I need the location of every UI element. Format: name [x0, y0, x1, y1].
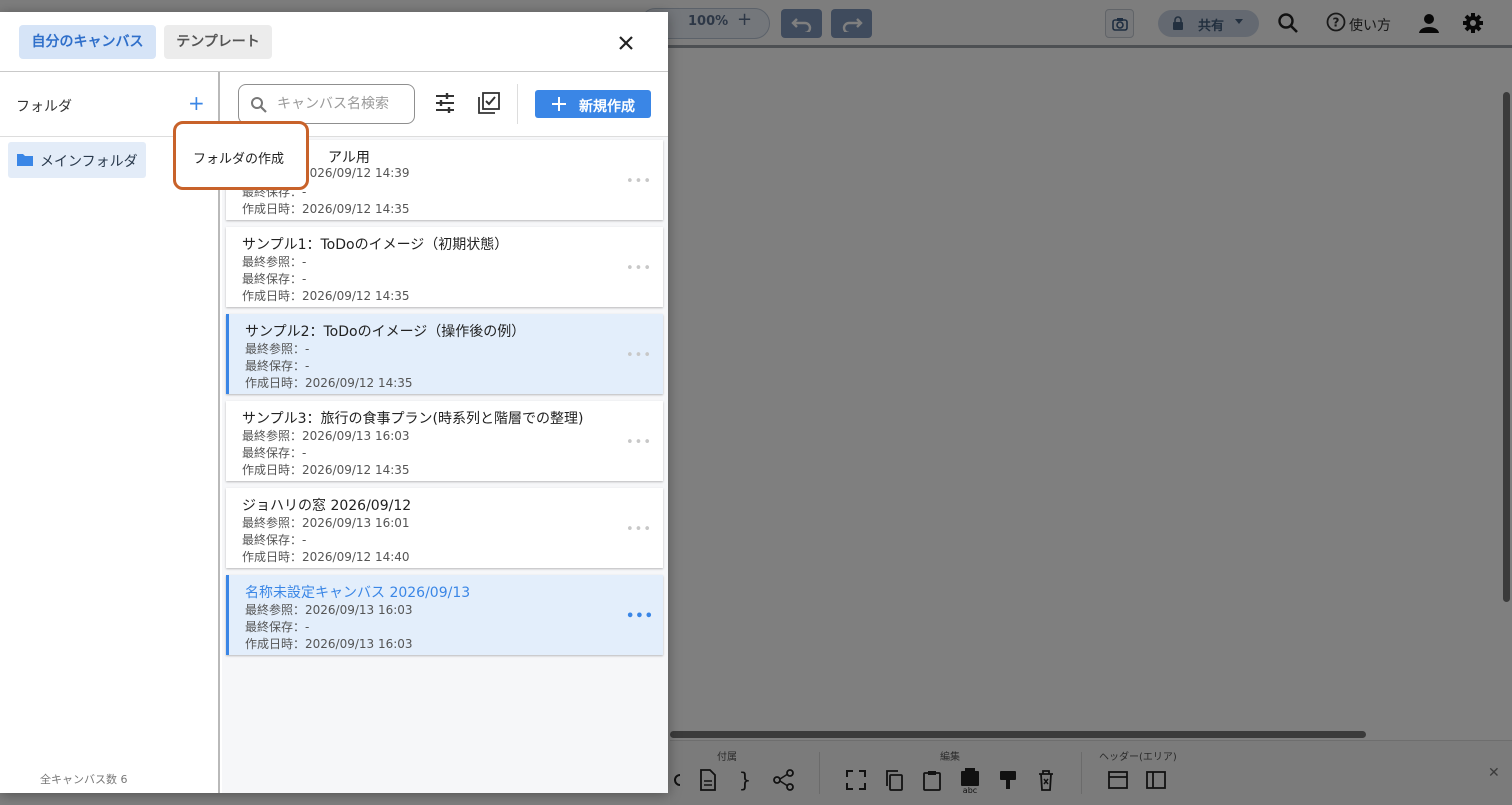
canvas-card-title: 名称未設定キャンバス 2026/09/13 — [245, 585, 471, 601]
tooltip-text: フォルダの作成 — [193, 152, 285, 167]
add-folder-tooltip: フォルダの作成 — [173, 121, 309, 190]
folder-icon — [17, 154, 33, 166]
canvas-card-title: サンプル3：旅行の食事プラン(時系列と階層での整理) — [242, 411, 584, 427]
canvas-card-created: 作成日時：2026/09/13 16:03 — [245, 637, 413, 651]
filter-settings-icon[interactable] — [434, 92, 456, 114]
canvas-card-created: 作成日時：2026/09/12 14:35 — [242, 289, 410, 303]
canvas-card-active[interactable]: 名称未設定キャンバス 2026/09/13 最終参照：2026/09/13 16… — [226, 575, 663, 655]
canvas-card-title: サンプル1：ToDoのイメージ（初期状態） — [242, 237, 509, 253]
canvas-manager-dialog: 自分のキャンバス テンプレート フォルダ + メインフォルダ 全キャンバス数 6… — [0, 12, 668, 793]
tab-templates[interactable]: テンプレート — [164, 25, 272, 59]
canvas-card-last-view: 最終参照：2026/09/13 16:01 — [242, 516, 410, 530]
canvas-card-created: 作成日時：2026/09/12 14:35 — [242, 463, 410, 477]
more-options-icon[interactable]: ••• — [626, 522, 652, 537]
canvas-card-last-view: 最終参照：2026/09/13 16:03 — [245, 603, 413, 617]
canvas-card-last-save: 最終保存：- — [245, 620, 310, 634]
more-options-icon[interactable]: ••• — [626, 174, 652, 189]
folder-item-label: メインフォルダ — [40, 154, 138, 170]
toolbar-divider — [517, 84, 518, 124]
close-icon[interactable] — [617, 34, 635, 52]
dialog-header: 自分のキャンバス テンプレート — [0, 12, 668, 72]
folder-item-main[interactable]: メインフォルダ — [8, 142, 146, 178]
canvas-card[interactable]: サンプル2：ToDoのイメージ（操作後の例） 最終参照：- 最終保存：- 作成日… — [226, 314, 663, 394]
tab-my-canvas[interactable]: 自分のキャンバス — [19, 25, 156, 59]
multi-select-icon[interactable] — [478, 92, 500, 114]
canvas-card-title: ジョハリの窓 2026/09/12 — [242, 498, 412, 514]
plus-icon — [552, 97, 566, 111]
canvas-card-last-save: 最終保存：- — [242, 446, 307, 460]
new-canvas-button[interactable]: 新規作成 — [535, 90, 651, 118]
canvas-card-created: 作成日時：2026/09/12 14:35 — [242, 202, 410, 216]
canvas-card-title: アル用 — [328, 150, 370, 166]
canvas-card-last-view: 最終参照：- — [242, 255, 307, 269]
canvas-card-title: サンプル2：ToDoのイメージ（操作後の例） — [245, 324, 526, 340]
folder-pane-title: フォルダ — [16, 99, 72, 115]
more-options-icon[interactable]: ••• — [626, 435, 652, 450]
canvas-card-last-view: 最終参照：2026/09/13 16:03 — [242, 429, 410, 443]
search-box[interactable] — [238, 84, 415, 124]
canvas-card-last-save: 最終保存：- — [245, 359, 310, 373]
canvas-card-last-save: 最終保存：- — [242, 272, 307, 286]
canvas-card[interactable]: サンプル1：ToDoのイメージ（初期状態） 最終参照：- 最終保存：- 作成日時… — [226, 227, 663, 307]
canvas-card-created: 作成日時：2026/09/12 14:40 — [242, 550, 410, 564]
more-options-icon[interactable]: ••• — [626, 609, 654, 624]
canvas-card-last-save: 最終保存：- — [242, 533, 307, 547]
search-input[interactable] — [277, 94, 407, 114]
add-folder-icon[interactable]: + — [188, 93, 205, 113]
canvas-card-created: 作成日時：2026/09/12 14:35 — [245, 376, 413, 390]
more-options-icon[interactable]: ••• — [626, 348, 652, 363]
search-icon — [251, 97, 267, 113]
canvas-card-last-view: 2026/09/12 14:39 — [302, 166, 410, 180]
canvas-card[interactable]: ジョハリの窓 2026/09/12 最終参照：2026/09/13 16:01 … — [226, 488, 663, 568]
canvas-card-last-view: 最終参照：- — [245, 342, 310, 356]
canvas-card[interactable]: サンプル3：旅行の食事プラン(時系列と階層での整理) 最終参照：2026/09/… — [226, 401, 663, 481]
more-options-icon[interactable]: ••• — [626, 261, 652, 276]
new-canvas-label: 新規作成 — [579, 99, 635, 115]
total-canvas-count: 全キャンバス数 6 — [40, 773, 128, 786]
